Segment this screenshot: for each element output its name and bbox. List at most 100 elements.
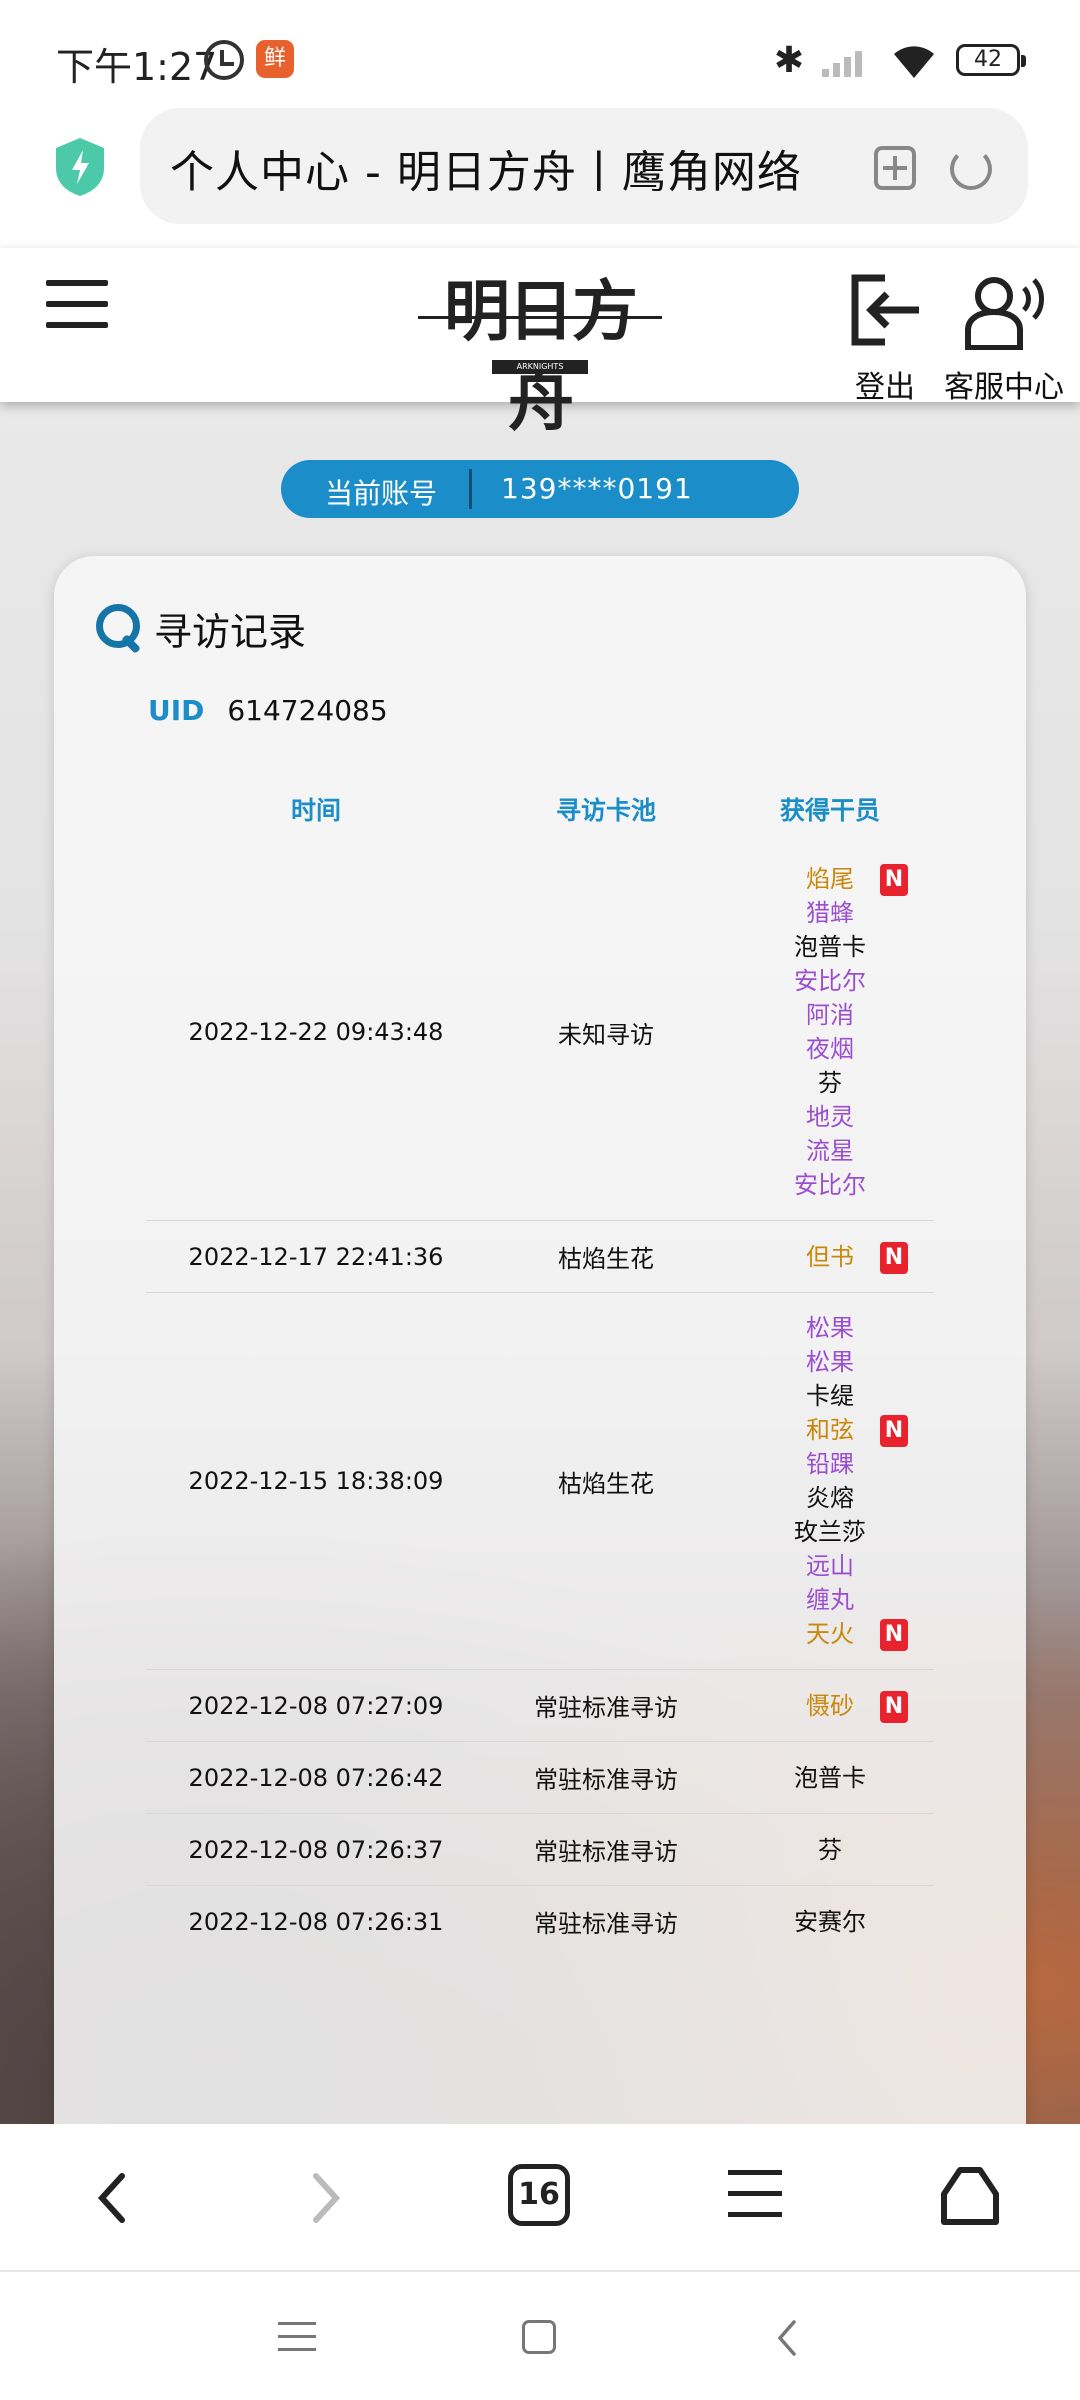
status-time: 下午1:27 xyxy=(56,45,218,89)
back-icon[interactable] xyxy=(92,2168,132,2228)
new-badge: N xyxy=(880,1619,908,1651)
menu-icon[interactable] xyxy=(728,2170,782,2218)
reload-icon[interactable] xyxy=(950,148,992,190)
record-pool: 枯焰生花 xyxy=(486,1292,726,1670)
operator-entry: 铅踝 xyxy=(726,1447,934,1481)
record-time: 2022-12-08 07:26:42 xyxy=(146,1741,486,1814)
tabs-button[interactable]: 16 xyxy=(508,2164,570,2226)
browser-bottom-bar: 16 xyxy=(0,2124,1080,2272)
operator-entry: 焰尾 N xyxy=(726,862,934,896)
record-pool: 常驻标准寻访 xyxy=(486,1813,726,1886)
operator-name: 缠丸 xyxy=(806,1586,854,1614)
customer-service-button[interactable]: 客服中心 xyxy=(938,274,1070,406)
record-operators: 安赛尔 xyxy=(726,1886,934,1958)
system-back-icon[interactable] xyxy=(772,2318,802,2358)
menu-icon[interactable] xyxy=(46,280,108,328)
operator-name: 焰尾 xyxy=(806,865,854,893)
add-tab-icon[interactable] xyxy=(874,146,916,190)
operator-entry: 卡缇 xyxy=(726,1379,934,1413)
column-operators: 获得干员 xyxy=(779,796,880,825)
record-pool: 未知寻访 xyxy=(486,844,726,1221)
operator-entry: 芬 xyxy=(726,1066,934,1100)
account-label: 当前账号 xyxy=(325,477,438,510)
site-logo[interactable]: 明日方舟 ARKNIGHTS xyxy=(418,266,662,440)
operator-name: 泡普卡 xyxy=(794,1763,866,1792)
new-badge: N xyxy=(880,864,908,896)
operator-entry: 和弦 N xyxy=(726,1413,934,1447)
table-row: 2022-12-22 09:43:48 未知寻访 焰尾 N 猎蜂 泡普卡 安比尔 阿消 夜烟芬地… xyxy=(146,844,934,1221)
url-field[interactable]: 个人中心 - 明日方舟丨鹰角网络 xyxy=(140,108,1028,224)
new-badge: N xyxy=(880,1241,908,1274)
operator-entry: 安比尔 xyxy=(726,1168,934,1202)
record-operators: 松果 松果 卡缇 和弦 N 铅踝 炎熔 玫兰莎 远山 缠丸 天火 N xyxy=(726,1292,934,1670)
page-title: 个人中心 - 明日方舟丨鹰角网络 xyxy=(170,147,802,198)
uid-row: UID 614724085 xyxy=(148,694,388,727)
operator-entry: 松果 xyxy=(726,1311,934,1345)
table-row: 2022-12-08 07:26:37 常驻标准寻访 芬 xyxy=(146,1813,934,1886)
operator-entry: 泡普卡 xyxy=(726,930,934,964)
signal-icon xyxy=(822,43,872,77)
alarm-icon xyxy=(204,40,244,80)
operator-name: 松果 xyxy=(806,1348,854,1376)
record-time: 2022-12-08 07:26:31 xyxy=(188,1907,444,1936)
table-row: 2022-12-08 07:26:42 常驻标准寻访 泡普卡 xyxy=(146,1741,934,1814)
battery-icon: 42 xyxy=(956,44,1026,76)
operator-entry: 流星 xyxy=(726,1134,934,1168)
operator-entry: 阿消 xyxy=(726,998,934,1032)
operator-name: 慑砂 xyxy=(806,1691,854,1720)
operator-name: 但书 xyxy=(806,1242,854,1271)
record-pool: 常驻标准寻访 xyxy=(486,1669,726,1742)
record-card: 寻访记录 UID 614724085 时间 寻访卡池 获得干员 2022-12-… xyxy=(54,556,1026,2136)
record-operators: 泡普卡 xyxy=(726,1741,934,1814)
operator-name: 流星 xyxy=(806,1137,854,1165)
bluetooth-icon: ✱ xyxy=(773,39,804,81)
operator-entry: 慑砂 N xyxy=(726,1689,934,1723)
operator-name: 泡普卡 xyxy=(794,933,866,961)
search-icon xyxy=(94,602,144,654)
logo-text: 明日方舟 xyxy=(444,272,638,440)
operator-name: 阿消 xyxy=(806,1001,854,1029)
record-operators: 慑砂 N xyxy=(726,1669,934,1742)
operator-entry: 安赛尔 xyxy=(726,1905,934,1939)
record-operators: 但书 N xyxy=(726,1220,934,1293)
operator-entry: 远山 xyxy=(726,1549,934,1583)
forward-icon[interactable] xyxy=(306,2168,346,2228)
operator-name: 猎蜂 xyxy=(806,899,854,927)
record-title: 寻访记录 xyxy=(154,609,307,654)
operator-entry: 但书 N xyxy=(726,1240,934,1274)
record-time: 2022-12-17 22:41:36 xyxy=(146,1220,486,1293)
table-row: 2022-12-17 22:41:36 枯焰生花 但书 N xyxy=(146,1220,934,1293)
table-header: 时间 寻访卡池 获得干员 xyxy=(146,774,934,844)
operator-name: 铅踝 xyxy=(806,1450,854,1478)
recents-icon[interactable] xyxy=(278,2322,316,2352)
home-icon[interactable] xyxy=(938,2164,1002,2226)
app-notification-icon: 鲜 xyxy=(256,40,294,78)
record-rows: 2022-12-22 09:43:48 未知寻访 焰尾 N 猎蜂 泡普卡 安比尔 阿消 夜烟芬地… xyxy=(146,844,934,1957)
column-time: 时间 xyxy=(290,796,341,825)
logo-subtext: ARKNIGHTS xyxy=(492,360,588,374)
shield-icon[interactable] xyxy=(52,136,108,198)
uid-label: UID xyxy=(148,694,205,727)
logout-button[interactable]: 登出 xyxy=(846,274,924,406)
operator-name: 夜烟 xyxy=(806,1035,854,1063)
operator-name: 芬 xyxy=(818,1835,842,1864)
record-time: 2022-12-15 18:38:09 xyxy=(146,1292,486,1670)
customer-service-label: 客服中心 xyxy=(944,370,1064,405)
record-operators: 芬 xyxy=(726,1813,934,1886)
operator-name: 安比尔 xyxy=(794,1171,866,1199)
system-nav-bar xyxy=(0,2272,1080,2400)
operator-entry: 天火 N xyxy=(726,1617,934,1651)
record-pool: 枯焰生花 xyxy=(486,1220,726,1293)
operator-name: 松果 xyxy=(806,1314,854,1342)
operator-entry: 松果 xyxy=(726,1345,934,1379)
browser-address-bar: 个人中心 - 明日方舟丨鹰角网络 xyxy=(0,106,1080,246)
operator-name: 卡缇 xyxy=(806,1382,854,1410)
operator-entry: 芬 xyxy=(726,1833,934,1867)
home-button[interactable] xyxy=(522,2320,556,2354)
record-table: 时间 寻访卡池 获得干员 2022-12-22 09:43:48 未知寻访 焰尾 N 猎… xyxy=(146,774,934,1957)
customer-service-icon xyxy=(965,277,1044,351)
card-title: 寻访记录 xyxy=(94,598,306,658)
record-time: 2022-12-08 07:26:37 xyxy=(146,1813,486,1886)
status-bar: 下午1:27 鲜 ✱ 42 xyxy=(0,0,1080,106)
record-operators: 焰尾 N 猎蜂 泡普卡 安比尔 阿消 夜烟芬地灵 流星 安比尔 xyxy=(726,844,934,1221)
